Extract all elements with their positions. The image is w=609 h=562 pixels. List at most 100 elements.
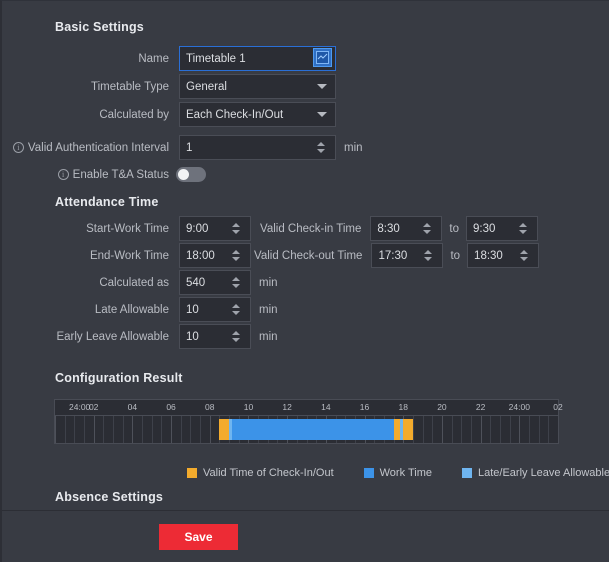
timeline-segment-work-time[interactable] xyxy=(229,419,404,440)
valid-checkout-to-stepper[interactable] xyxy=(518,247,530,264)
unit-minutes: min xyxy=(259,303,278,316)
calculated-by-value: Each Check-In/Out xyxy=(186,108,284,121)
legend-swatch-icon xyxy=(461,468,472,478)
settings-scroll-area[interactable]: Basic Settings Name Timetable 1 Timetabl… xyxy=(2,1,609,511)
timeline-tick-label: 04 xyxy=(127,402,138,412)
valid-checkout-to-input[interactable]: 18:30 xyxy=(467,243,540,268)
timeline-tick xyxy=(528,416,530,443)
valid-auth-interval-value: 1 xyxy=(186,141,193,154)
valid-checkin-from-stepper[interactable] xyxy=(421,220,433,237)
early-leave-allowable-stepper[interactable] xyxy=(230,328,242,345)
label-early-leave-allowable: Early Leave Allowable xyxy=(56,330,169,343)
timeline-tick xyxy=(171,416,173,443)
configuration-result-timeline[interactable]: 24:00 02 04 06 08 10 12 14 16 18 20 22 24:00 02 xyxy=(54,399,563,444)
timeline-tick-label: 06 xyxy=(166,402,176,412)
timeline-tick xyxy=(180,416,182,443)
row-calculated-by: Calculated by Each Check-In/Out xyxy=(55,102,555,127)
timeline-track[interactable] xyxy=(55,415,558,443)
legend-swatch-icon xyxy=(187,468,197,478)
calculated-as-input[interactable]: 540 xyxy=(179,270,251,295)
unit-minutes: min xyxy=(259,276,278,289)
timeline-tick-label: 12 xyxy=(282,402,292,412)
info-icon[interactable]: i xyxy=(57,169,69,180)
row-early-leave-allowable: Early Leave Allowable 10 min xyxy=(55,324,278,349)
section-title-configuration-result: Configuration Result xyxy=(55,371,183,385)
timeline-tick xyxy=(412,416,414,443)
timeline-tick-label: 14 xyxy=(321,402,331,412)
valid-checkout-from-value: 17:30 xyxy=(378,249,408,262)
color-swatch-icon[interactable] xyxy=(313,48,332,67)
timeline-tick-label: 20 xyxy=(437,402,447,412)
start-work-time-input[interactable]: 9:00 xyxy=(179,216,251,241)
save-button[interactable]: Save xyxy=(159,524,238,550)
valid-checkout-to-value: 18:30 xyxy=(474,249,503,262)
timeline-segment-valid-check-out-window[interactable] xyxy=(393,419,413,440)
start-work-time-stepper[interactable] xyxy=(230,220,242,237)
timeline-tick xyxy=(190,416,192,443)
row-valid-checkout-time: Valid Check-out Time 17:30 to 18:30 xyxy=(254,243,540,268)
timeline-tick xyxy=(113,416,115,443)
timeline-tick xyxy=(64,416,66,443)
info-icon[interactable]: i xyxy=(12,142,24,153)
timeline-tick xyxy=(499,416,501,443)
toggle-knob xyxy=(178,169,189,180)
timeline-tick xyxy=(509,416,511,443)
timeline-segment-late-allowable[interactable] xyxy=(229,419,233,440)
end-work-time-value: 18:00 xyxy=(186,249,215,262)
legend-swatch-icon xyxy=(363,468,374,478)
label-valid-auth-interval: i Valid Authentication Interval xyxy=(12,142,169,154)
early-leave-allowable-value: 10 xyxy=(186,330,199,343)
valid-checkout-from-stepper[interactable] xyxy=(422,247,434,264)
timeline-tick xyxy=(548,416,550,443)
label-name: Name xyxy=(138,52,169,65)
timetable-type-value: General xyxy=(186,80,227,93)
calculated-as-value: 540 xyxy=(186,276,206,289)
start-work-time-value: 9:00 xyxy=(186,222,209,235)
early-leave-allowable-input[interactable]: 10 xyxy=(179,324,251,349)
timeline-tick xyxy=(161,416,163,443)
end-work-time-stepper[interactable] xyxy=(230,247,242,264)
chevron-down-icon xyxy=(317,84,327,89)
row-late-allowable: Late Allowable 10 min xyxy=(55,297,278,322)
timeline-tick xyxy=(451,416,453,443)
timeline-tick-label: 24:00 xyxy=(69,402,91,412)
separator-to: to xyxy=(450,249,461,262)
footer-bar: Save xyxy=(2,510,609,562)
section-title-basic-settings: Basic Settings xyxy=(55,20,144,34)
label-valid-checkin-time: Valid Check-in Time xyxy=(260,222,362,235)
timeline-tick xyxy=(490,416,492,443)
timeline-tick xyxy=(422,416,424,443)
section-title-attendance-time: Attendance Time xyxy=(55,195,159,209)
timeline-tick xyxy=(519,416,521,443)
valid-auth-interval-input[interactable]: 1 xyxy=(179,135,336,160)
row-valid-auth-interval: i Valid Authentication Interval 1 min xyxy=(12,135,555,160)
timeline-tick-label: 02 xyxy=(553,402,563,412)
late-allowable-stepper[interactable] xyxy=(230,301,242,318)
timetable-type-select[interactable]: General xyxy=(179,74,336,99)
valid-auth-interval-stepper[interactable] xyxy=(315,139,327,156)
row-calculated-as: Calculated as 540 min xyxy=(55,270,278,295)
label-calculated-by: Calculated by xyxy=(99,108,169,121)
legend-label: Work Time xyxy=(379,467,432,479)
timeline-tick-label: 08 xyxy=(205,402,215,412)
valid-checkout-from-input[interactable]: 17:30 xyxy=(371,243,444,268)
calculated-as-stepper[interactable] xyxy=(230,274,242,291)
calculated-by-select[interactable]: Each Check-In/Out xyxy=(179,102,336,127)
valid-checkin-to-stepper[interactable] xyxy=(517,220,529,237)
valid-checkin-to-input[interactable]: 9:30 xyxy=(466,216,538,241)
late-allowable-input[interactable]: 10 xyxy=(179,297,251,322)
row-timetable-type: Timetable Type General xyxy=(55,74,555,99)
row-enable-ta-status: i Enable T&A Status xyxy=(55,167,555,182)
label-calculated-as: Calculated as xyxy=(99,276,169,289)
label-start-work-time: Start-Work Time xyxy=(86,222,169,235)
end-work-time-input[interactable]: 18:00 xyxy=(179,243,251,268)
legend-item: Late/Early Leave Allowable xyxy=(461,467,609,479)
timeline-tick-label: 22 xyxy=(475,402,486,412)
section-title-absence-settings: Absence Settings xyxy=(55,490,164,504)
label-enable-ta-status-text: Enable T&A Status xyxy=(72,168,169,181)
timeline-tick-label: 18 xyxy=(398,402,408,412)
enable-ta-status-toggle[interactable] xyxy=(176,167,206,182)
valid-checkin-from-input[interactable]: 8:30 xyxy=(370,216,443,241)
label-late-allowable: Late Allowable xyxy=(94,303,169,316)
timeline-segment-early-leave-allowable[interactable] xyxy=(399,419,404,440)
